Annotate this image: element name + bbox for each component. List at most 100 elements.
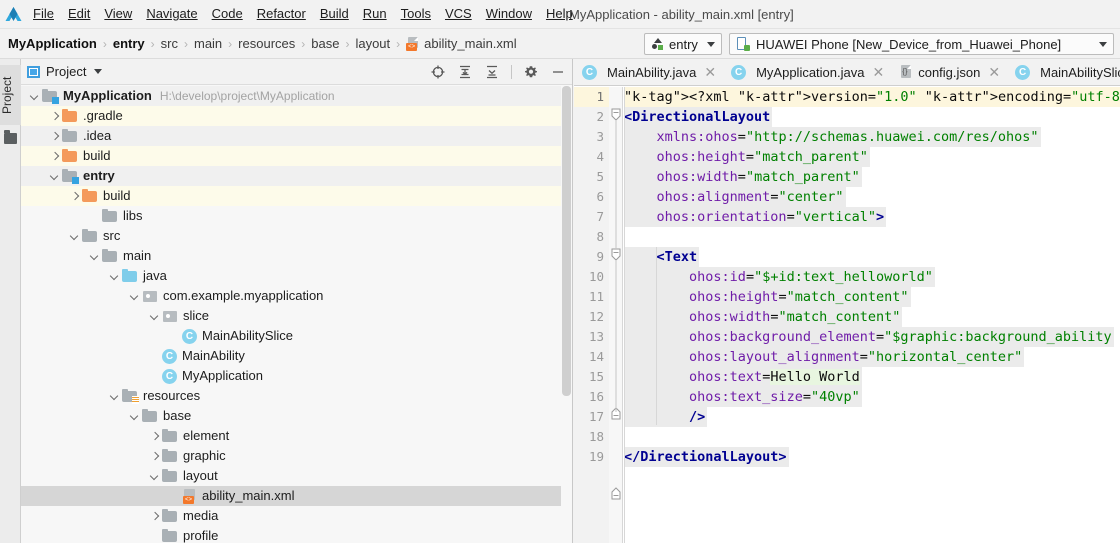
chevron-down-icon[interactable] xyxy=(49,171,60,182)
chevron-right-icon[interactable] xyxy=(49,131,60,142)
tree-item-mainability[interactable]: CMainAbility xyxy=(21,346,572,366)
tree-item-resources[interactable]: resources xyxy=(21,386,572,406)
breadcrumb-item-file[interactable]: <> ability_main.xml xyxy=(406,36,516,51)
code-line[interactable]: ohos:width="match_content" xyxy=(624,307,1120,327)
sidebar-tab-project[interactable]: Project xyxy=(0,65,21,125)
menu-view[interactable]: View xyxy=(97,3,139,25)
close-icon[interactable]: ✕ xyxy=(704,64,716,81)
editor-tab-mainability-java[interactable]: CMainAbility.java✕ xyxy=(574,59,723,85)
menu-navigate[interactable]: Navigate xyxy=(139,3,204,25)
code-line[interactable]: </DirectionalLayout> xyxy=(624,447,1120,467)
breadcrumb-item-layout[interactable]: layout xyxy=(355,36,390,51)
code-folding-column[interactable] xyxy=(609,87,623,543)
menu-file[interactable]: File xyxy=(26,3,61,25)
chevron-right-icon[interactable] xyxy=(149,451,160,462)
tree-item-graphic[interactable]: graphic xyxy=(21,446,572,466)
tree-item-entry[interactable]: entry xyxy=(21,166,572,186)
menu-build[interactable]: Build xyxy=(313,3,356,25)
breadcrumb-item-entry[interactable]: entry xyxy=(113,36,145,51)
tree-item-libs[interactable]: libs xyxy=(21,206,572,226)
breadcrumb-item-base[interactable]: base xyxy=(311,36,339,51)
chevron-right-icon[interactable] xyxy=(149,511,160,522)
code-line[interactable]: ohos:background_element="$graphic:backgr… xyxy=(624,327,1120,347)
tree-item-layout[interactable]: layout xyxy=(21,466,572,486)
code-line[interactable]: ohos:alignment="center" xyxy=(624,187,1120,207)
tree-item-gradle[interactable]: .gradle xyxy=(21,106,572,126)
tree-item-build[interactable]: build xyxy=(21,186,572,206)
close-icon[interactable]: ✕ xyxy=(872,64,884,81)
tree-item-build[interactable]: build xyxy=(21,146,572,166)
menu-edit[interactable]: Edit xyxy=(61,3,97,25)
device-selector[interactable]: HUAWEI Phone [New_Device_from_Huawei_Pho… xyxy=(729,33,1114,55)
chevron-down-icon[interactable] xyxy=(29,91,40,102)
chevron-down-icon[interactable] xyxy=(69,231,80,242)
chevron-down-icon[interactable] xyxy=(129,411,140,422)
chevron-down-icon[interactable] xyxy=(89,251,100,262)
project-tree-scrollbar[interactable] xyxy=(561,86,572,543)
chevron-right-icon[interactable] xyxy=(49,151,60,162)
chevron-down-icon[interactable] xyxy=(109,391,120,402)
tree-item-myapplication[interactable]: CMyApplication xyxy=(21,366,572,386)
code-line[interactable] xyxy=(624,427,1120,447)
tree-item-slice[interactable]: slice xyxy=(21,306,572,326)
run-configuration-selector[interactable]: entry xyxy=(644,33,722,55)
code-line[interactable]: ohos:width="match_parent" xyxy=(624,167,1120,187)
project-tree[interactable]: MyApplicationH:\develop\project\MyApplic… xyxy=(21,86,572,543)
tree-item-profile[interactable]: profile xyxy=(21,526,572,543)
tree-item-media[interactable]: media xyxy=(21,506,572,526)
breadcrumb-item-resources[interactable]: resources xyxy=(238,36,295,51)
close-icon[interactable]: ✕ xyxy=(988,64,1000,81)
code-line[interactable]: ohos:text=Hello World xyxy=(624,367,1120,387)
locate-icon[interactable] xyxy=(430,64,446,80)
collapse-all-icon[interactable] xyxy=(484,64,500,80)
editor-tab-config-json[interactable]: {}config.json✕ xyxy=(891,59,1007,85)
breadcrumb-item-myapplication[interactable]: MyApplication xyxy=(8,36,97,51)
breadcrumb-item-main[interactable]: main xyxy=(194,36,222,51)
chevron-down-icon[interactable] xyxy=(149,311,160,322)
menu-window[interactable]: Window xyxy=(479,3,539,25)
gear-icon[interactable] xyxy=(523,64,539,80)
code-line[interactable]: ohos:height="match_parent" xyxy=(624,147,1120,167)
chevron-right-icon[interactable] xyxy=(69,191,80,202)
chevron-down-icon[interactable] xyxy=(94,69,102,74)
code-line[interactable]: <Text xyxy=(624,247,1120,267)
chevron-down-icon[interactable] xyxy=(109,271,120,282)
code-area[interactable]: 12345678910111213141516171819 xyxy=(574,87,1120,543)
tree-item-myapplication[interactable]: MyApplicationH:\develop\project\MyApplic… xyxy=(21,86,572,106)
tree-item-base[interactable]: base xyxy=(21,406,572,426)
tree-item-java[interactable]: java xyxy=(21,266,572,286)
tree-item-ability-main-xml[interactable]: <>ability_main.xml xyxy=(21,486,572,506)
code-line[interactable]: <DirectionalLayout xyxy=(624,107,1120,127)
code-line[interactable]: ohos:id="$+id:text_helloworld" xyxy=(624,267,1120,287)
code-line[interactable]: xmlns:ohos="http://schemas.huawei.com/re… xyxy=(624,127,1120,147)
chevron-down-icon[interactable] xyxy=(129,291,140,302)
scrollbar-thumb[interactable] xyxy=(562,86,571,396)
code-line[interactable]: ohos:text_size="40vp" xyxy=(624,387,1120,407)
menu-vcs[interactable]: VCS xyxy=(438,3,479,25)
editor-tab-myapplication-java[interactable]: CMyApplication.java✕ xyxy=(723,59,891,85)
tree-item-com-example-myapplication[interactable]: com.example.myapplication xyxy=(21,286,572,306)
menu-tools[interactable]: Tools xyxy=(394,3,438,25)
folder-icon[interactable] xyxy=(4,133,17,144)
menu-run[interactable]: Run xyxy=(356,3,394,25)
minimize-icon[interactable] xyxy=(550,64,566,80)
tree-item-element[interactable]: element xyxy=(21,426,572,446)
code-line[interactable] xyxy=(624,227,1120,247)
code-line[interactable]: ohos:layout_alignment="horizontal_center… xyxy=(624,347,1120,367)
code-lines[interactable]: "k-tag"><?xml "k-attr">version="1.0" "k-… xyxy=(624,87,1120,543)
expand-all-icon[interactable] xyxy=(457,64,473,80)
chevron-down-icon[interactable] xyxy=(149,471,160,482)
chevron-right-icon[interactable] xyxy=(49,111,60,122)
chevron-right-icon[interactable] xyxy=(149,431,160,442)
tree-item-mainabilityslice[interactable]: CMainAbilitySlice xyxy=(21,326,572,346)
code-line[interactable]: "k-tag"><?xml "k-attr">version="1.0" "k-… xyxy=(624,87,1120,107)
menu-code[interactable]: Code xyxy=(205,3,250,25)
breadcrumb-item-src[interactable]: src xyxy=(161,36,178,51)
code-line[interactable]: /> xyxy=(624,407,1120,427)
code-line[interactable]: ohos:orientation="vertical"> xyxy=(624,207,1120,227)
tree-item-main[interactable]: main xyxy=(21,246,572,266)
editor-tab-mainabilityslice-j[interactable]: CMainAbilitySlice.j✕ xyxy=(1007,59,1120,85)
code-line[interactable]: ohos:height="match_content" xyxy=(624,287,1120,307)
tree-item-idea[interactable]: .idea xyxy=(21,126,572,146)
menu-refactor[interactable]: Refactor xyxy=(250,3,313,25)
